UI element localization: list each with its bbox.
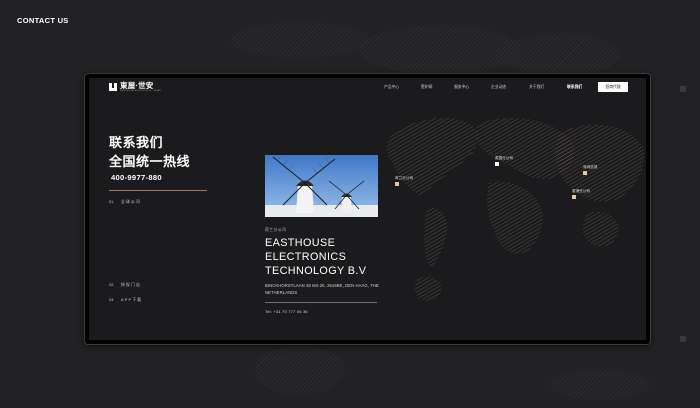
- company-address: BINCKHORSTLAAN 36 M4-20, 2516BE, DEN HAA…: [265, 283, 379, 295]
- marker-label: 英国分公司: [495, 156, 513, 160]
- nav-item-contact[interactable]: 联系我们: [567, 85, 582, 90]
- corner-mark: [680, 86, 686, 92]
- marker-label: 香港分公司: [572, 189, 590, 193]
- windmill-photo: [265, 155, 378, 217]
- nav-item-news[interactable]: 企业动态: [491, 85, 506, 90]
- tab-number: 02.: [109, 283, 115, 287]
- tab-label: 授权门店: [121, 283, 141, 287]
- corner-mark: [680, 336, 686, 342]
- marker-dot: [583, 171, 587, 175]
- marker-dot: [572, 195, 576, 199]
- marker-dot: [495, 162, 499, 166]
- tab-app-download[interactable]: 03. APP下载: [109, 298, 142, 303]
- info-divider: [265, 302, 377, 303]
- marker-label: 深圳总部: [583, 165, 598, 169]
- nav-item-service[interactable]: 服务中心: [454, 85, 469, 90]
- website-screen: 東屋·世安 EASTHOUSE ELECTRONICS · SHIAN 产品中心…: [89, 78, 646, 340]
- branch-label: 荷兰分公司: [265, 228, 287, 232]
- contact-heading: 联系我们: [109, 135, 164, 150]
- nav-item-products[interactable]: 产品中心: [384, 85, 399, 90]
- nav-item-fireplace[interactable]: 壁炉网: [421, 85, 432, 90]
- tab-label: APP下载: [121, 298, 143, 302]
- nav-item-about[interactable]: 关于我们: [529, 85, 544, 90]
- tab-label: 全球公司: [121, 200, 141, 204]
- tab-number: 01.: [109, 200, 115, 204]
- company-name: EASTHOUSE ELECTRONICS TECHNOLOGY B.V: [265, 237, 367, 277]
- page-title: CONTACT US: [17, 16, 69, 25]
- accent-divider: [109, 190, 207, 191]
- marker-dot: [395, 182, 399, 186]
- agent-recruit-button[interactable]: 招商代理: [598, 82, 628, 92]
- tab-global-company[interactable]: 01. 全球公司: [109, 200, 141, 205]
- marker-label: 荷兰分公司: [395, 176, 413, 180]
- top-nav: 東屋·世安 EASTHOUSE ELECTRONICS · SHIAN 产品中心…: [89, 78, 646, 98]
- tab-authorized-stores[interactable]: 02. 授权门店: [109, 283, 141, 288]
- hotline-heading: 全国统一热线: [109, 154, 191, 169]
- hotline-number: 400-9977-880: [111, 173, 162, 182]
- tab-number: 03.: [109, 298, 115, 302]
- company-phone: Tel: +31 70 777 06 36: [265, 309, 308, 314]
